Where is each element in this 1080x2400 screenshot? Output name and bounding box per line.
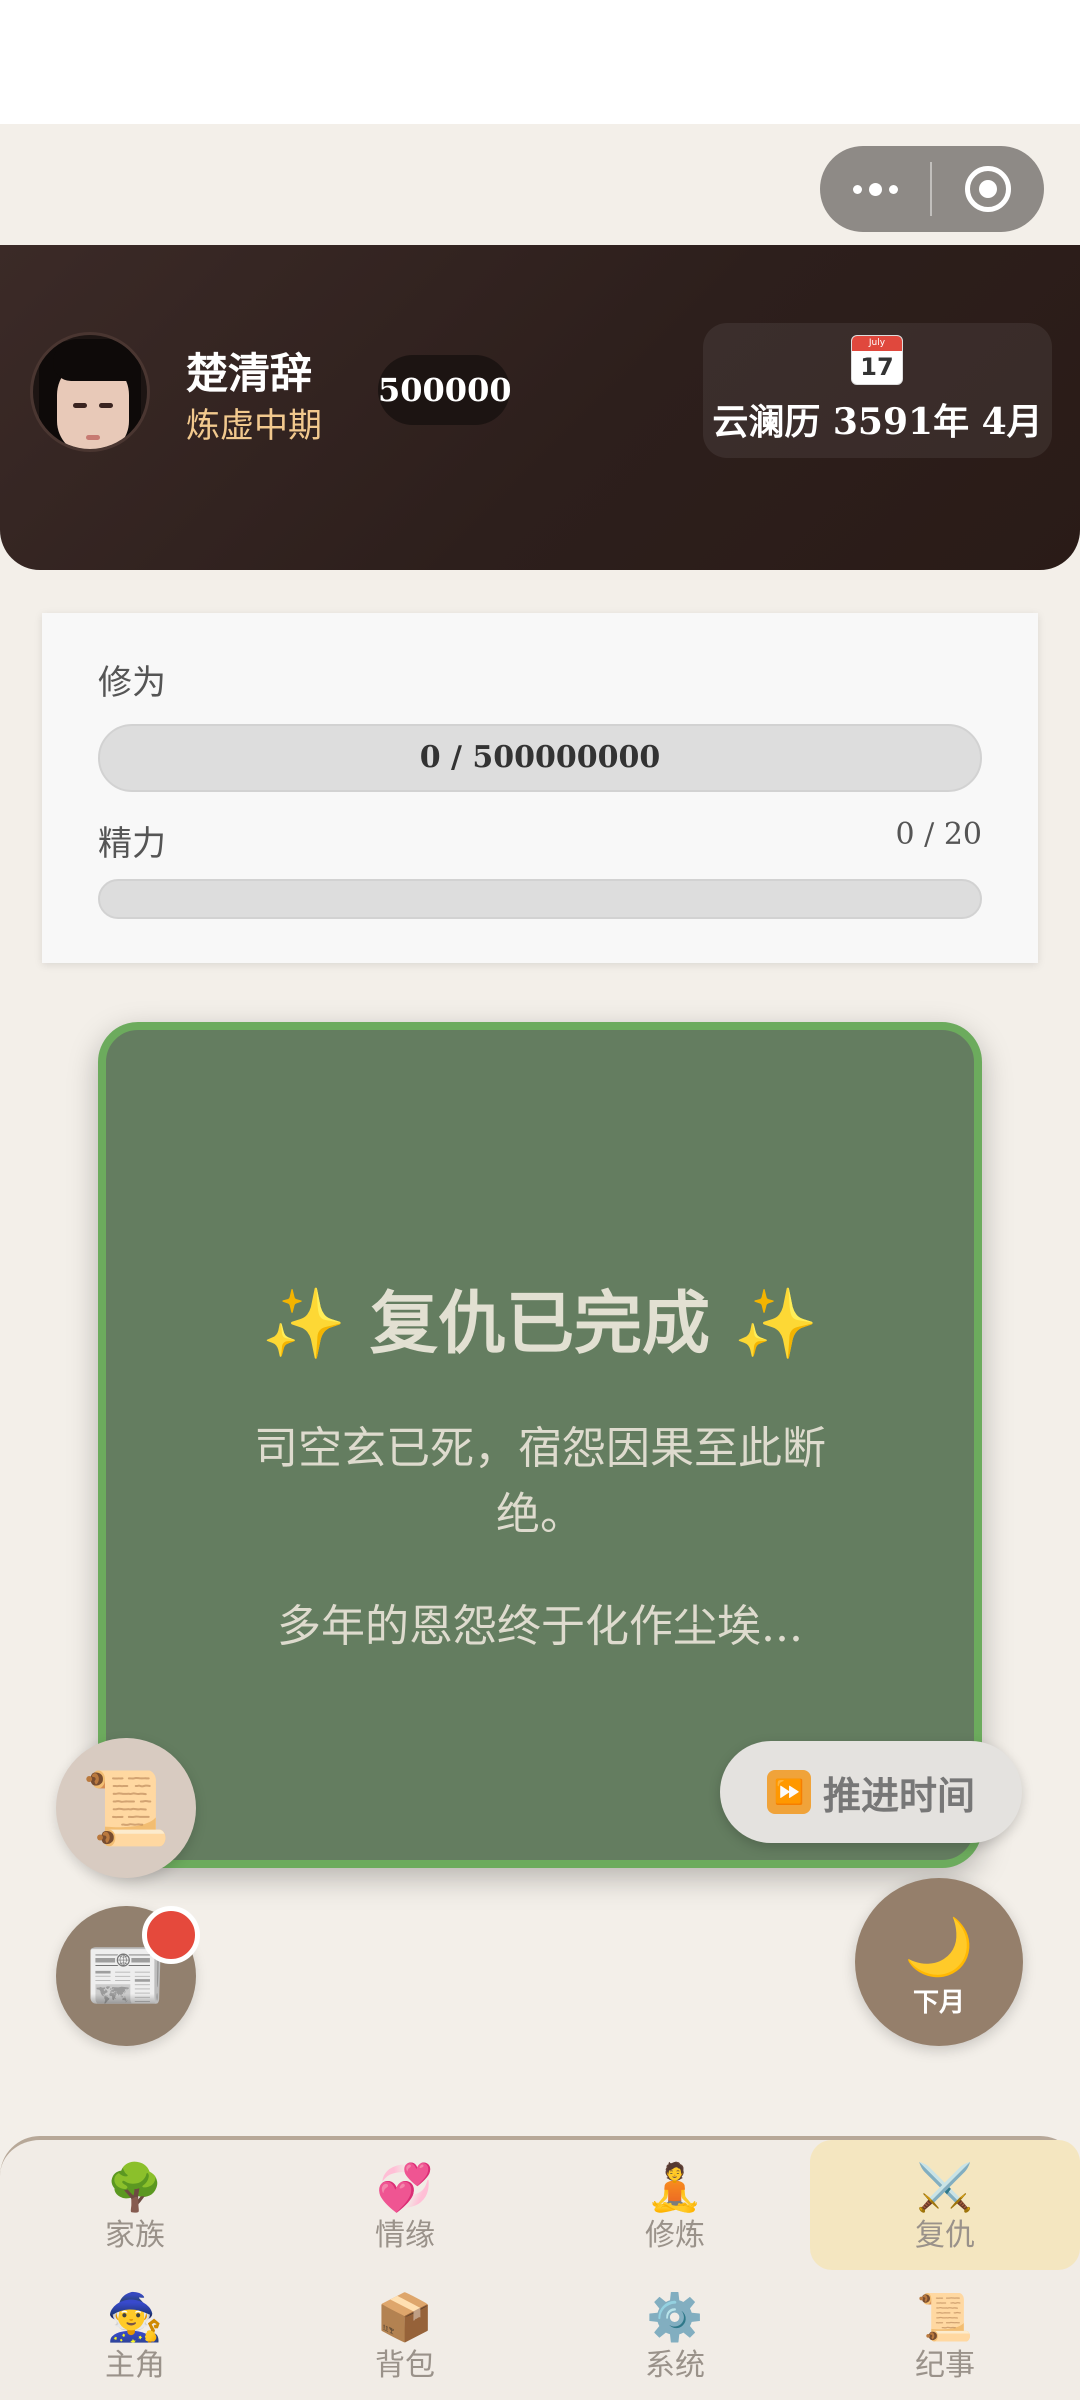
status-bar-area bbox=[0, 0, 1080, 124]
cultivation-progress-bar: 0 / 500000000 bbox=[98, 724, 982, 792]
revenge-title: ✨ 复仇已完成 ✨ bbox=[261, 1284, 819, 1364]
player-name: 楚清辞 bbox=[186, 349, 313, 398]
nav-item-revenge[interactable]: ⚔️ 复仇 bbox=[810, 2140, 1080, 2270]
cultivation-label: 修为 bbox=[98, 663, 166, 703]
nav-label: 背包 bbox=[375, 2348, 435, 2383]
nav-item-bag[interactable]: 📦 背包 bbox=[270, 2270, 540, 2400]
nav-label: 情缘 bbox=[375, 2218, 435, 2253]
next-month-label: 下月 bbox=[912, 1988, 965, 2018]
scroll-icon[interactable]: 📜 bbox=[56, 1738, 196, 1878]
mage-icon: 🧙 bbox=[106, 2290, 164, 2344]
calendar-icon: July 17 bbox=[851, 335, 903, 385]
spirit-stone-count: 500000000 bbox=[378, 355, 510, 425]
bottom-nav: 🌳 家族 💞 情缘 🧘 修炼 ⚔️ 复仇 🧙 主角 📦 背包 ⚙️ 系统 📜 纪… bbox=[0, 2136, 1080, 2400]
nav-item-chronicle[interactable]: 📜 纪事 bbox=[810, 2270, 1080, 2400]
nav-item-cultivate[interactable]: 🧘 修炼 bbox=[540, 2140, 810, 2270]
nav-label: 纪事 bbox=[915, 2348, 975, 2383]
fast-forward-icon: ⏩ bbox=[766, 1770, 811, 1814]
nav-label: 主角 bbox=[105, 2348, 165, 2383]
energy-value: 0 / 20 bbox=[895, 817, 982, 852]
stats-panel: 修为 0 / 500000000 精力 0 / 20 bbox=[42, 613, 1038, 963]
notification-badge bbox=[142, 1906, 200, 1964]
advance-time-label: 推进时间 bbox=[822, 1773, 975, 1818]
energy-label: 精力 bbox=[98, 824, 166, 864]
revenge-message: 司空玄已死，宿怨因果至此断绝。 bbox=[254, 1423, 826, 1540]
nav-label: 复仇 bbox=[915, 2218, 975, 2253]
nav-label: 修炼 bbox=[645, 2218, 705, 2253]
energy-progress-bar bbox=[98, 879, 982, 919]
crossed-swords-icon: ⚔️ bbox=[916, 2160, 974, 2214]
nav-label: 系统 bbox=[645, 2348, 705, 2383]
moon-icon: 🌙 bbox=[904, 1915, 974, 1980]
player-header: 楚清辞 炼虚中期 500000000 July 17 云澜历 3591年 4月 bbox=[0, 245, 1080, 570]
package-icon: 📦 bbox=[376, 2290, 434, 2344]
game-date: 云澜历 3591年 4月 bbox=[712, 401, 1043, 443]
nav-item-family[interactable]: 🌳 家族 bbox=[0, 2140, 270, 2270]
meditation-icon: 🧘 bbox=[646, 2160, 704, 2214]
nav-item-romance[interactable]: 💞 情缘 bbox=[270, 2140, 540, 2270]
news-button[interactable]: 📰 bbox=[56, 1906, 200, 2046]
nav-label: 家族 bbox=[105, 2218, 165, 2253]
nav-item-protagonist[interactable]: 🧙 主角 bbox=[0, 2270, 270, 2400]
advance-time-button[interactable]: ⏩ 推进时间 bbox=[720, 1741, 1022, 1843]
more-icon[interactable] bbox=[820, 146, 930, 232]
revenge-epilogue: 多年的恩怨终于化作尘埃... bbox=[277, 1601, 803, 1652]
avatar[interactable] bbox=[30, 332, 150, 452]
player-realm: 炼虚中期 bbox=[186, 406, 322, 446]
target-icon bbox=[965, 166, 1011, 212]
tree-icon: 🌳 bbox=[106, 2160, 164, 2214]
nav-item-system[interactable]: ⚙️ 系统 bbox=[540, 2270, 810, 2400]
scroll-icon: 📜 bbox=[916, 2290, 974, 2344]
close-miniprogram-button[interactable] bbox=[932, 166, 1044, 212]
hearts-icon: 💞 bbox=[376, 2160, 434, 2214]
miniprogram-capsule bbox=[820, 146, 1044, 232]
gear-icon: ⚙️ bbox=[646, 2290, 704, 2344]
calendar-date: July 17 云澜历 3591年 4月 bbox=[703, 323, 1052, 458]
next-month-button[interactable]: 🌙 下月 bbox=[855, 1878, 1023, 2046]
